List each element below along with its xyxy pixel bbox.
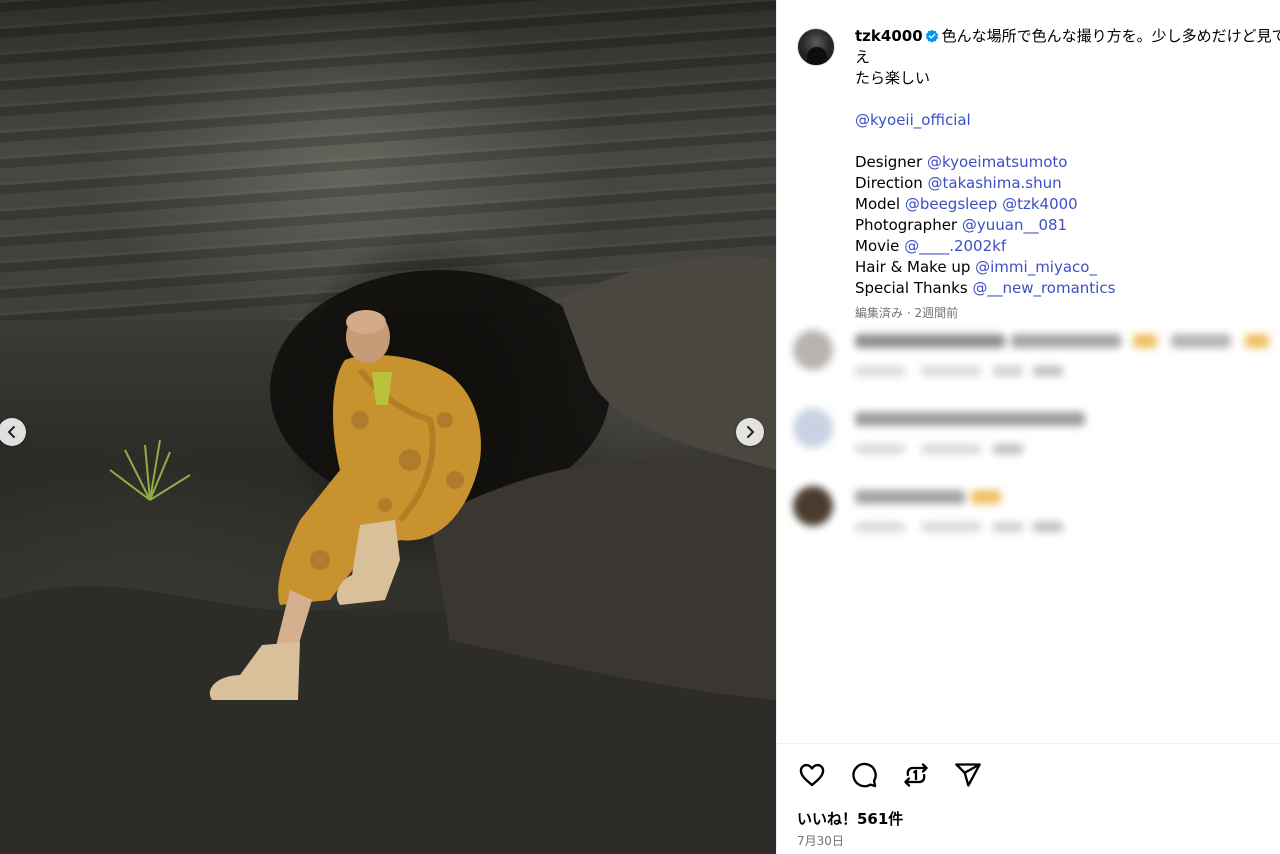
credit-direction: Direction @takashima.shun xyxy=(855,174,1062,192)
comment-avatar xyxy=(793,408,833,448)
verified-badge-icon xyxy=(925,29,938,43)
comment-icon xyxy=(852,762,877,788)
mention-link[interactable]: @____.2002kf xyxy=(904,237,1006,255)
repost-button[interactable] xyxy=(901,760,931,790)
mention-link[interactable]: @beegsleep xyxy=(905,195,997,213)
actions-divider xyxy=(777,743,1280,744)
likes-count[interactable]: いいね！561件 xyxy=(797,808,903,829)
comment-item xyxy=(793,478,1280,556)
credit-photographer: Photographer @yuuan__081 xyxy=(855,216,1068,234)
brand-mention-link[interactable]: @kyoeii_official xyxy=(855,111,971,129)
photo-subject xyxy=(0,256,776,854)
mention-link[interactable]: @kyoeimatsumoto xyxy=(927,153,1067,171)
mention-link[interactable]: @immi_miyaco_ xyxy=(975,258,1097,276)
share-button[interactable] xyxy=(953,760,983,790)
repost-icon xyxy=(904,763,928,787)
next-photo-button[interactable] xyxy=(736,418,764,446)
username-link[interactable]: tzk4000 xyxy=(855,27,923,45)
credit-model: Model @beegsleep @tzk4000 xyxy=(855,195,1078,213)
credit-hair-makeup: Hair & Make up @immi_miyaco_ xyxy=(855,258,1097,276)
comment-item xyxy=(793,322,1280,400)
caption-text: tzk4000 色んな場所で色んな撮り方を。少し多めだけど見てもらえ たら楽しい … xyxy=(855,26,1280,321)
comment-button[interactable] xyxy=(849,760,879,790)
comment-avatar xyxy=(793,486,833,526)
heart-icon xyxy=(799,763,825,787)
chevron-right-icon xyxy=(747,426,754,438)
comment-avatar xyxy=(793,330,833,370)
chevron-left-icon xyxy=(8,426,15,438)
caption-meta: 編集済み · 2週間前 xyxy=(855,306,959,320)
post-actions-bar xyxy=(797,760,983,790)
mention-link[interactable]: @takashima.shun xyxy=(928,174,1062,192)
comments-list-blurred xyxy=(793,322,1280,556)
post-side-panel: tzk4000 色んな場所で色んな撮り方を。少し多めだけど見てもらえ たら楽しい … xyxy=(776,0,1280,854)
post-date[interactable]: 7月30日 xyxy=(797,832,844,849)
credit-special-thanks: Special Thanks @__new_romantics xyxy=(855,279,1116,297)
avatar[interactable] xyxy=(797,28,835,66)
post-photo xyxy=(0,0,776,854)
share-icon xyxy=(955,763,981,787)
like-button[interactable] xyxy=(797,760,827,790)
caption-line-2: たら楽しい xyxy=(855,69,931,87)
mention-link[interactable]: @yuuan__081 xyxy=(962,216,1067,234)
mention-link[interactable]: @__new_romantics xyxy=(972,279,1115,297)
comment-item xyxy=(793,400,1280,478)
mention-link[interactable]: @tzk4000 xyxy=(1002,195,1078,213)
credit-designer: Designer @kyoeimatsumoto xyxy=(855,153,1068,171)
credit-movie: Movie @____.2002kf xyxy=(855,237,1007,255)
